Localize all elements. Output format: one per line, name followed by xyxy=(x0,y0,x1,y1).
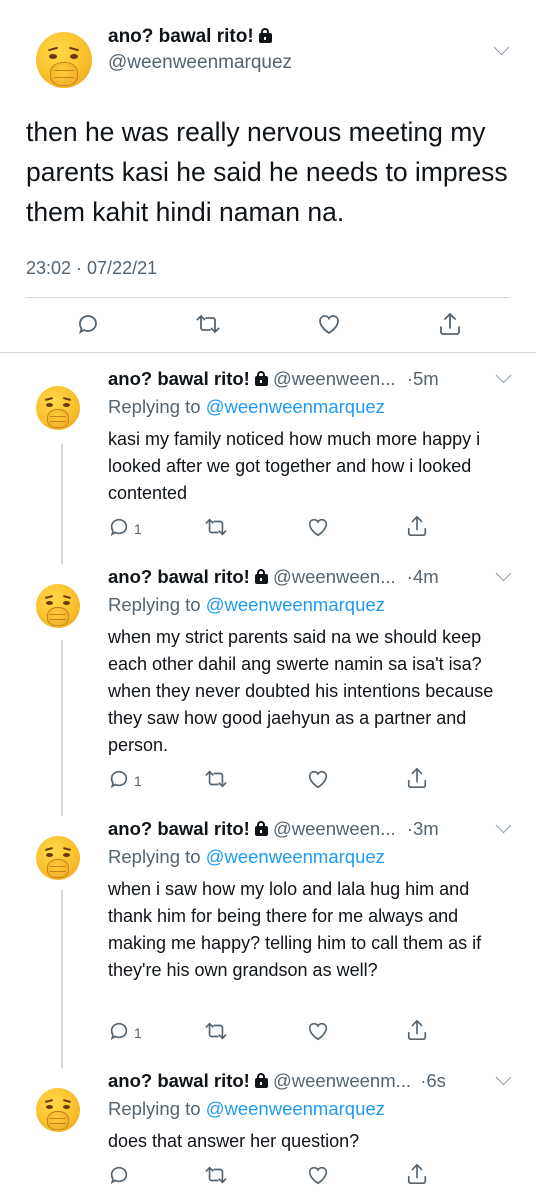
replying-label: Replying to xyxy=(108,396,201,417)
reply-time[interactable]: ·4m xyxy=(407,566,439,587)
reply-icon[interactable] xyxy=(108,516,130,538)
avatar[interactable] xyxy=(36,1088,80,1132)
replying-to: Replying to @weenweenmarquez xyxy=(108,846,385,868)
reply-tweet[interactable]: ano? bawal rito! @weenweenm... ·6s Reply… xyxy=(0,1062,536,1200)
replying-label: Replying to xyxy=(108,594,201,615)
lock-icon xyxy=(258,28,272,43)
share-icon[interactable] xyxy=(406,514,428,538)
divider xyxy=(0,352,536,353)
author-handle[interactable]: @weenween... xyxy=(273,368,396,389)
retweet-icon[interactable] xyxy=(195,312,221,336)
tweet-text: then he was really nervous meeting my pa… xyxy=(26,117,508,227)
avatar[interactable] xyxy=(36,836,80,880)
like-icon[interactable] xyxy=(306,1020,330,1042)
reply-time[interactable]: ·5m xyxy=(407,368,439,389)
replying-to-link[interactable]: @weenweenmarquez xyxy=(206,396,385,417)
tweet-timestamp[interactable]: 23:02 · 07/22/21 xyxy=(26,258,157,279)
avatar[interactable] xyxy=(36,32,92,88)
reply-text: when i saw how my lolo and lala hug him … xyxy=(108,879,482,980)
share-icon[interactable] xyxy=(406,766,428,790)
lock-icon xyxy=(254,1073,268,1088)
reply-time[interactable]: ·3m xyxy=(407,818,439,839)
like-icon[interactable] xyxy=(306,768,330,790)
reply-text: when my strict parents said na we should… xyxy=(108,627,494,755)
chevron-down-icon[interactable] xyxy=(495,1069,512,1086)
author-name[interactable]: ano? bawal rito! xyxy=(108,368,250,389)
lock-icon xyxy=(254,821,268,836)
share-icon[interactable] xyxy=(406,1162,428,1186)
author-handle[interactable]: @weenween... xyxy=(273,818,396,839)
reply-icon[interactable] xyxy=(108,768,130,790)
chevron-down-icon[interactable] xyxy=(495,367,512,384)
like-icon[interactable] xyxy=(306,516,330,538)
main-tweet-header: ano? bawal rito! @weenweenmarquez xyxy=(0,0,536,110)
chevron-down-icon[interactable] xyxy=(493,39,510,56)
reply-tweet[interactable]: ano? bawal rito! @weenween... ·3m Replyi… xyxy=(0,810,536,1062)
replying-to-link[interactable]: @weenweenmarquez xyxy=(206,594,385,615)
replying-label: Replying to xyxy=(108,846,201,867)
replying-to-link[interactable]: @weenweenmarquez xyxy=(206,1098,385,1119)
retweet-icon[interactable] xyxy=(204,1164,228,1186)
chevron-down-icon[interactable] xyxy=(495,565,512,582)
like-icon[interactable] xyxy=(306,1164,330,1186)
replying-label: Replying to xyxy=(108,1098,201,1119)
reply-tweet[interactable]: ano? bawal rito! @weenween... ·4m Replyi… xyxy=(0,558,536,810)
replying-to: Replying to @weenweenmarquez xyxy=(108,1098,385,1120)
main-action-bar xyxy=(0,308,536,342)
retweet-icon[interactable] xyxy=(204,768,228,790)
reply-icon[interactable] xyxy=(76,312,100,336)
reply-tweet[interactable]: ano? bawal rito! @weenween... ·5m Replyi… xyxy=(0,360,536,560)
retweet-icon[interactable] xyxy=(204,516,228,538)
reply-icon[interactable] xyxy=(108,1020,130,1042)
replying-to: Replying to @weenweenmarquez xyxy=(108,594,385,616)
author-name[interactable]: ano? bawal rito! xyxy=(108,1070,250,1091)
reply-count: 1 xyxy=(134,1025,142,1041)
retweet-icon[interactable] xyxy=(204,1020,228,1042)
avatar[interactable] xyxy=(36,386,80,430)
reply-header: ano? bawal rito! @weenweenm... ·6s xyxy=(108,1070,446,1092)
author-name[interactable]: ano? bawal rito! xyxy=(108,818,250,839)
reply-time[interactable]: ·6s xyxy=(420,1070,446,1091)
reply-header: ano? bawal rito! @weenween... ·3m xyxy=(108,818,439,840)
share-icon[interactable] xyxy=(438,311,462,337)
reply-count: 1 xyxy=(134,773,142,789)
reply-icon[interactable] xyxy=(108,1164,130,1186)
author-handle[interactable]: @weenweenmarquez xyxy=(108,52,292,74)
replying-to: Replying to @weenweenmarquez xyxy=(108,396,385,418)
reply-count: 1 xyxy=(134,521,142,537)
author-handle[interactable]: @weenween... xyxy=(273,566,396,587)
author-name[interactable]: ano? bawal rito! xyxy=(108,26,272,48)
avatar[interactable] xyxy=(36,584,80,628)
lock-icon xyxy=(254,371,268,386)
lock-icon xyxy=(254,569,268,584)
replying-to-link[interactable]: @weenweenmarquez xyxy=(206,846,385,867)
divider xyxy=(26,297,510,298)
reply-header: ano? bawal rito! @weenween... ·4m xyxy=(108,566,439,588)
author-handle[interactable]: @weenweenm... xyxy=(273,1070,411,1091)
author-name-text[interactable]: ano? bawal rito! xyxy=(108,26,254,47)
author-name[interactable]: ano? bawal rito! xyxy=(108,566,250,587)
reply-text: kasi my family noticed how much more hap… xyxy=(108,429,481,503)
reply-header: ano? bawal rito! @weenween... ·5m xyxy=(108,368,439,390)
chevron-down-icon[interactable] xyxy=(495,817,512,834)
share-icon[interactable] xyxy=(406,1018,428,1042)
like-icon[interactable] xyxy=(316,312,342,336)
reply-text: does that answer her question? xyxy=(108,1131,360,1151)
